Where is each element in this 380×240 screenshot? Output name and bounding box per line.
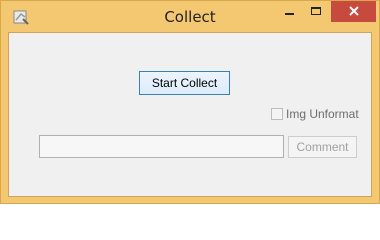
client-area: Start Collect Img Unformat Comment — [8, 32, 372, 197]
title-bar[interactable]: Collect — [1, 1, 379, 32]
maximize-button[interactable] — [304, 1, 328, 22]
comment-button[interactable]: Comment — [288, 136, 357, 158]
close-icon — [348, 2, 360, 21]
img-unformat-checkbox[interactable]: Img Unformat — [271, 106, 359, 122]
start-collect-button[interactable]: Start Collect — [139, 71, 230, 95]
checkbox-label: Img Unformat — [286, 107, 359, 121]
app-window: Collect Start Collect Img Unformat Comme… — [0, 0, 380, 204]
minimize-button[interactable] — [278, 1, 302, 22]
comment-input[interactable] — [39, 135, 284, 158]
maximize-icon — [310, 2, 322, 21]
close-button[interactable] — [331, 1, 376, 22]
checkbox-box[interactable] — [271, 108, 283, 120]
minimize-icon — [284, 2, 296, 21]
